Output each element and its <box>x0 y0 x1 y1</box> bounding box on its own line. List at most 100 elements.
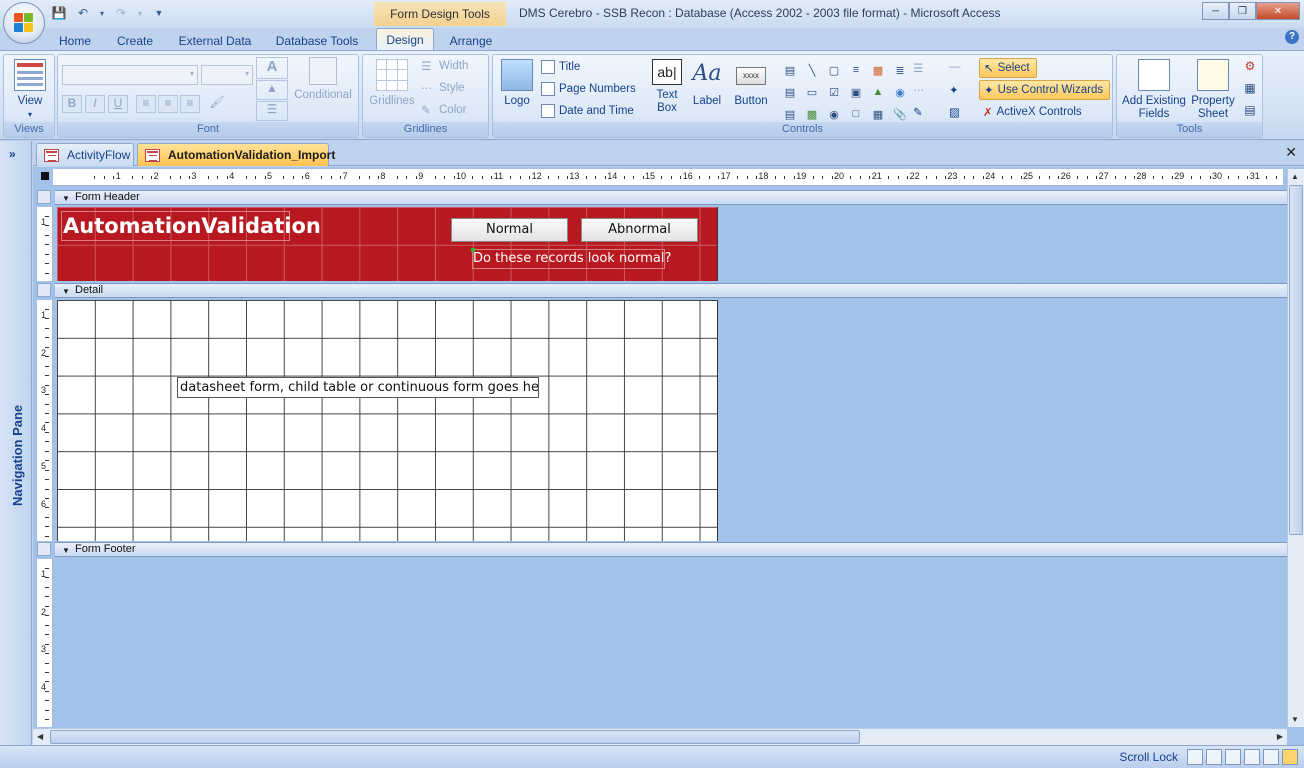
horizontal-ruler[interactable]: 1 2 3 4 5 6 7 8 9 10 11 12 13 14 15 16 17 18 19 20 21 22 23 24 2… <box>53 169 1283 186</box>
office-button[interactable] <box>3 2 45 44</box>
rectangle-icon[interactable]: ▭ <box>801 81 823 103</box>
subform-new-window-icon[interactable]: ▦ <box>1241 81 1259 97</box>
style-button[interactable]: ⋯ Style <box>421 79 465 97</box>
label-button[interactable]: Aa Label <box>689 59 725 108</box>
pivotchart-view-icon[interactable] <box>1244 749 1260 765</box>
unbound-frame-icon[interactable]: ▣ <box>845 81 867 103</box>
form-title-label[interactable]: AutomationValidation <box>61 211 321 241</box>
align-center-button[interactable]: ≡ <box>158 95 178 113</box>
horizontal-scroll-thumb[interactable] <box>50 730 860 744</box>
view-code-icon[interactable]: ⚙ <box>1241 59 1259 75</box>
align-left-button[interactable]: ≡ <box>136 95 156 113</box>
close-document-icon[interactable]: ✕ <box>1285 144 1297 161</box>
tab-arrange[interactable]: Arrange <box>444 32 498 50</box>
navigation-pane-label[interactable]: Navigation Pane <box>10 405 25 506</box>
datasheet-view-icon[interactable] <box>1206 749 1222 765</box>
select-all-button[interactable]: ▨ <box>949 103 963 121</box>
pivottable-view-icon[interactable] <box>1225 749 1241 765</box>
convert-macros-icon[interactable]: ▤ <box>1241 103 1259 119</box>
select-button[interactable]: ↖ Select <box>979 58 1037 78</box>
section-selector-detail[interactable] <box>37 283 51 297</box>
scroll-left-icon[interactable]: ◀ <box>37 732 43 741</box>
section-selector-header[interactable] <box>37 190 51 204</box>
align-right-button[interactable]: ≡ <box>180 95 200 113</box>
restore-button[interactable]: ❐ <box>1229 2 1256 20</box>
tab-external-data[interactable]: External Data <box>172 32 258 50</box>
option-group-icon[interactable]: ▢ <box>823 59 845 81</box>
conditional-button[interactable]: Conditional <box>290 57 356 102</box>
bold-button[interactable]: B <box>62 95 82 113</box>
page-numbers-button[interactable]: Page Numbers <box>541 80 636 98</box>
design-view-icon[interactable] <box>1282 749 1298 765</box>
horizontal-scrollbar[interactable]: ◀ ▶ <box>33 728 1287 745</box>
fill-color-button[interactable]: ▲ <box>256 80 288 100</box>
vertical-ruler-header[interactable]: 1 <box>37 207 53 281</box>
color-button[interactable]: ✎ Color <box>421 101 466 119</box>
form-footer-bar[interactable]: Form Footer <box>55 542 1287 557</box>
width-button[interactable]: ☰ Width <box>421 57 468 75</box>
italic-button[interactable]: I <box>85 95 105 113</box>
vertical-ruler-detail[interactable]: 1 2 3 4 5 6 <box>37 300 53 541</box>
list-box-icon[interactable]: ▤ <box>779 81 801 103</box>
expand-navigation-icon[interactable]: » <box>9 147 16 161</box>
detail-section[interactable] <box>57 300 718 541</box>
doc-tab-automationvalidation-import[interactable]: AutomationValidation_Import <box>137 143 335 166</box>
form-design-canvas[interactable]: 1 2 3 4 5 6 7 8 9 10 11 12 13 14 15 16 17 18 19 20 21 22 23 24 2… <box>33 167 1304 745</box>
special-effect-button[interactable]: ⋯ <box>913 81 927 99</box>
form-view-icon[interactable] <box>1187 749 1203 765</box>
vertical-scrollbar[interactable]: ▲ ▼ <box>1287 169 1304 727</box>
scroll-right-icon[interactable]: ▶ <box>1277 732 1283 741</box>
date-time-button[interactable]: Date and Time <box>541 102 634 120</box>
chart-icon[interactable]: ▩ <box>867 59 889 81</box>
button-button[interactable]: xxxx Button <box>731 59 771 108</box>
detail-placeholder-label[interactable]: datasheet form, child table or continuou… <box>177 377 539 398</box>
underline-button[interactable]: U <box>108 95 128 113</box>
form-selector[interactable] <box>41 172 49 180</box>
minimize-button[interactable]: ─ <box>1202 2 1229 20</box>
logo-button[interactable]: Logo <box>499 59 535 108</box>
font-size-combo[interactable]: ▾ <box>201 65 253 85</box>
line-type-button[interactable]: — <box>949 59 963 77</box>
doc-tab-activityflow[interactable]: ActivityFlow <box>36 143 134 166</box>
format-painter-icon[interactable]: 🖌 <box>208 95 226 113</box>
line-icon[interactable]: ╲ <box>801 59 823 81</box>
set-tab-order-button[interactable]: ✦ <box>949 81 963 99</box>
page-break-icon[interactable]: ≡ <box>845 59 867 81</box>
navigation-pane[interactable]: » Navigation Pane <box>0 141 32 745</box>
scroll-up-icon[interactable]: ▲ <box>1291 172 1299 181</box>
save-icon[interactable]: 💾 <box>50 4 68 22</box>
customize-qat-icon[interactable]: ▼ <box>150 4 168 22</box>
gridlines-button[interactable]: Gridlines <box>365 59 419 108</box>
tab-control-icon[interactable]: ▤ <box>779 59 801 81</box>
tab-home[interactable]: Home <box>52 32 98 50</box>
abnormal-button[interactable]: Abnormal <box>581 218 698 242</box>
activex-controls-button[interactable]: ✗ ActiveX Controls <box>979 102 1086 122</box>
line-thickness-button[interactable]: ☰ <box>913 59 927 77</box>
checkbox-icon[interactable]: ☑ <box>823 81 845 103</box>
view-button[interactable]: View ▾ <box>10 59 50 121</box>
hyperlink-icon[interactable]: ◉ <box>889 81 911 103</box>
line-color-tool-button[interactable]: ✎ <box>913 103 927 121</box>
tab-design[interactable]: Design <box>376 28 434 50</box>
font-name-combo[interactable]: ▾ <box>62 65 198 85</box>
undo-dropdown-icon[interactable]: ▾ <box>98 4 106 22</box>
detail-bar[interactable]: Detail <box>55 283 1287 298</box>
scroll-down-icon[interactable]: ▼ <box>1291 715 1299 724</box>
question-label[interactable]: Do these records look normal? <box>471 248 671 269</box>
line-color-button[interactable]: ☰ <box>256 101 288 121</box>
section-selector-footer[interactable] <box>37 542 51 556</box>
layout-view-icon[interactable] <box>1263 749 1279 765</box>
font-color-button[interactable]: A <box>256 57 288 79</box>
normal-button[interactable]: Normal <box>451 218 568 242</box>
add-existing-fields-button[interactable]: Add Existing Fields <box>1121 59 1187 121</box>
redo-icon[interactable]: ↷ <box>112 4 130 22</box>
use-control-wizards-button[interactable]: ✦ Use Control Wizards <box>979 80 1110 100</box>
combo-icon[interactable]: ≣ <box>889 59 911 81</box>
redo-dropdown-icon[interactable]: ▾ <box>136 4 144 22</box>
image-icon[interactable]: ▲ <box>867 81 889 103</box>
close-button[interactable]: ✕ <box>1256 2 1300 20</box>
title-button[interactable]: Title <box>541 58 580 76</box>
tab-database-tools[interactable]: Database Tools <box>272 32 362 50</box>
property-sheet-button[interactable]: Property Sheet <box>1189 59 1237 121</box>
form-header-bar[interactable]: Form Header <box>55 190 1287 205</box>
